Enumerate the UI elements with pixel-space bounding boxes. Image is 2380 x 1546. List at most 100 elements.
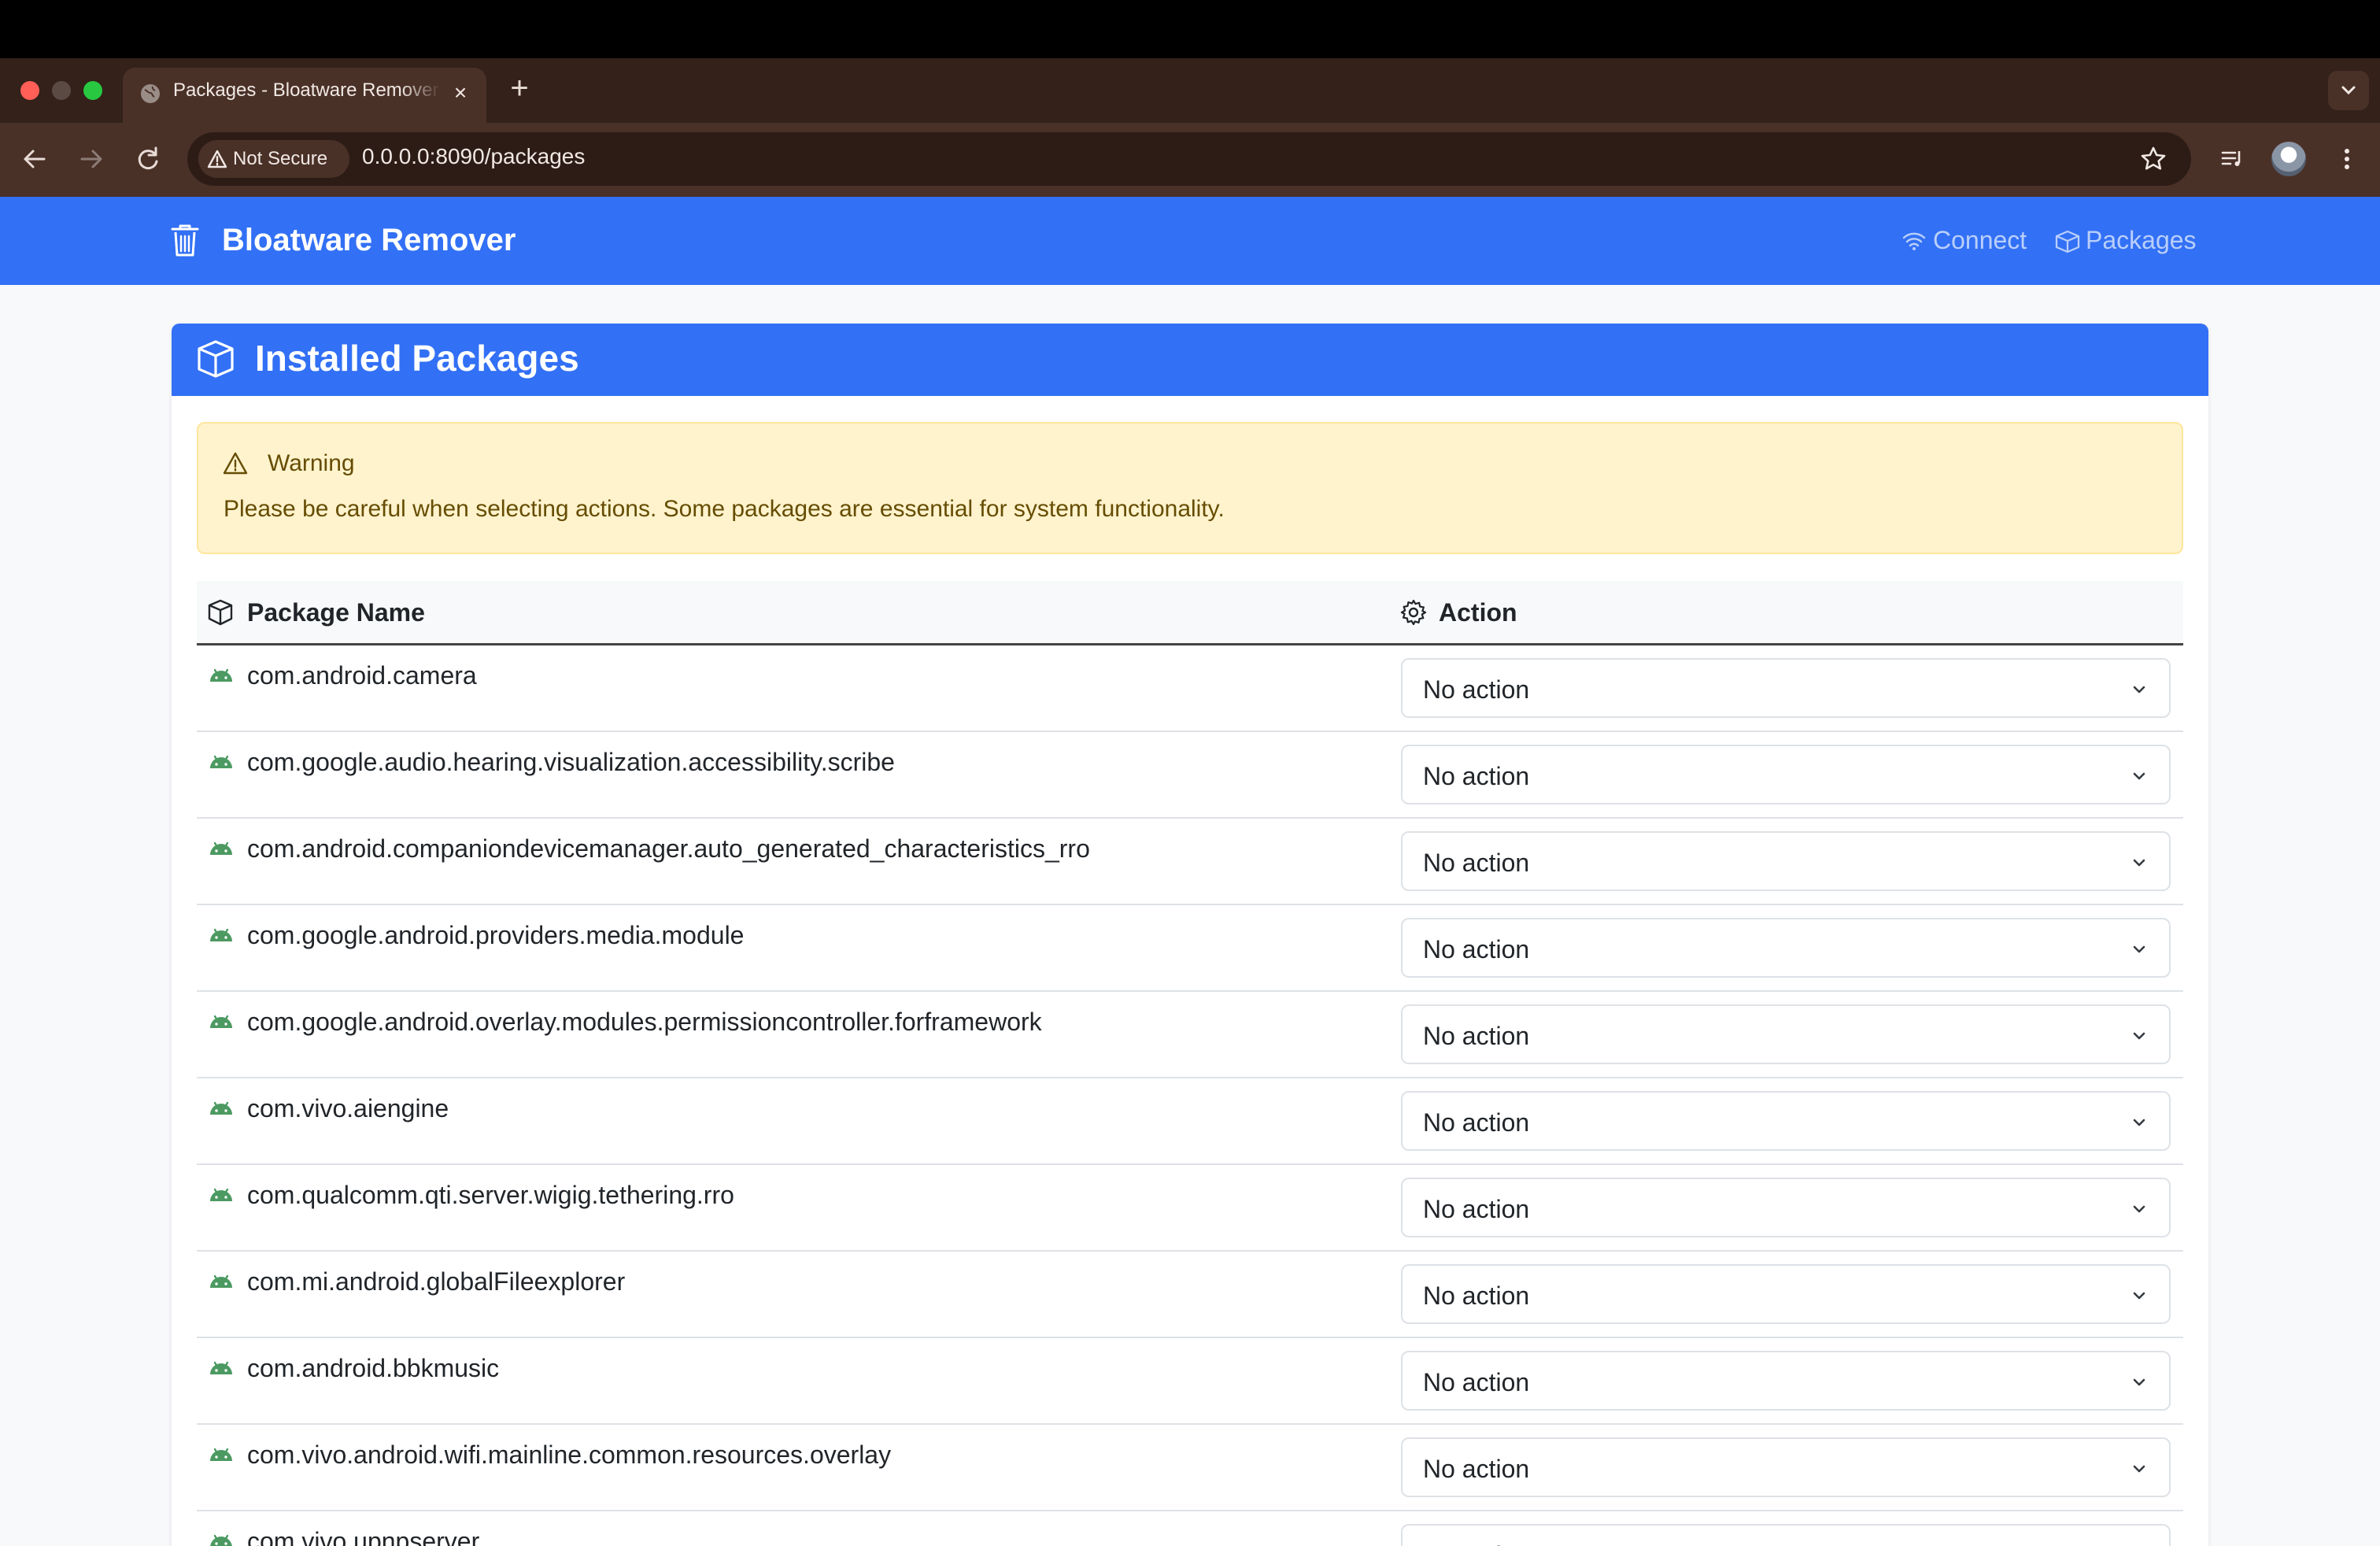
chevron-down-icon <box>2133 1465 2145 1473</box>
box-icon <box>198 340 234 378</box>
window-zoom-button[interactable] <box>83 81 102 100</box>
forward-arrow-icon[interactable] <box>72 140 110 178</box>
package-name: com.vivo.upnpserver <box>247 1527 480 1546</box>
alert-message: Please be careful when selecting actions… <box>224 496 1225 522</box>
nav-link-packages[interactable]: Packages <box>2054 226 2204 257</box>
screen-top-bar <box>0 0 2380 58</box>
package-name: com.google.audio.hearing.visualization.a… <box>247 748 895 776</box>
tab-search-button[interactable] <box>2328 71 2369 110</box>
nav-link-connect[interactable]: Connect <box>1901 226 2035 257</box>
action-select-value: No action <box>1423 1455 1530 1483</box>
column-header-package-name[interactable]: Package Name <box>247 598 425 627</box>
action-select-value: No action <box>1423 1282 1530 1310</box>
more-vertical-icon[interactable] <box>2330 142 2364 176</box>
action-select[interactable]: No action <box>1401 1437 2171 1497</box>
globe-icon <box>141 84 160 103</box>
table-header <box>197 581 2183 645</box>
profile-avatar[interactable] <box>2271 142 2306 176</box>
table-row: com.google.audio.hearing.visualization.a… <box>197 732 2183 819</box>
android-icon <box>210 1015 232 1028</box>
action-select-value: No action <box>1423 849 1530 877</box>
nav-link-packages-label: Packages <box>2086 226 2197 254</box>
package-name: com.android.camera <box>247 661 477 690</box>
package-name: com.vivo.android.wifi.mainline.common.re… <box>247 1441 892 1469</box>
action-select-value: No action <box>1423 1108 1530 1137</box>
warning-alert <box>197 422 2183 554</box>
action-select-value: No action <box>1423 1541 1529 1546</box>
nav-link-connect-label: Connect <box>1933 226 2027 254</box>
chevron-down-icon <box>2133 859 2145 867</box>
security-chip-label: Not Secure <box>233 148 328 169</box>
table-row: com.vivo.aiengine No action <box>197 1078 2183 1165</box>
action-select[interactable]: No action <box>1401 1178 2171 1237</box>
table-row: com.android.companiondevicemanager.auto_… <box>197 819 2183 905</box>
table-row: com.google.android.providers.media.modul… <box>197 905 2183 992</box>
action-select[interactable]: No action <box>1401 658 2171 718</box>
close-tab-button[interactable]: × <box>449 79 472 107</box>
action-select[interactable]: No action <box>1401 831 2171 891</box>
action-select[interactable]: No action <box>1401 1264 2171 1324</box>
action-select[interactable]: No action <box>1401 745 2171 804</box>
chevron-down-icon <box>2133 772 2145 780</box>
table-row: com.vivo.android.wifi.mainline.common.re… <box>197 1425 2183 1511</box>
wifi-icon <box>1902 232 1926 250</box>
package-name: com.google.android.providers.media.modul… <box>247 921 745 949</box>
table-row: com.vivo.upnpserver No action <box>197 1511 2183 1546</box>
box-icon <box>208 599 233 626</box>
package-name: com.android.companiondevicemanager.auto_… <box>247 834 1090 863</box>
package-name: com.qualcomm.qti.server.wigig.tethering.… <box>247 1181 734 1209</box>
back-arrow-icon[interactable] <box>16 140 54 178</box>
android-icon <box>210 841 232 855</box>
package-name: com.android.bbkmusic <box>247 1354 500 1382</box>
chevron-down-icon <box>2341 86 2356 95</box>
warning-triangle-icon <box>223 452 248 475</box>
android-icon <box>210 668 232 682</box>
chevron-down-icon <box>2133 1032 2145 1040</box>
chevron-down-icon <box>2133 945 2145 953</box>
alert-title: Warning <box>268 450 355 476</box>
action-select-value: No action <box>1423 762 1530 790</box>
chevron-down-icon <box>2133 686 2145 693</box>
app-brand[interactable]: Bloatware Remover <box>222 223 516 258</box>
android-icon <box>210 1101 232 1115</box>
package-name: com.vivo.aiengine <box>247 1094 449 1123</box>
android-icon <box>210 1274 232 1288</box>
action-select[interactable]: No action <box>1401 1351 2171 1411</box>
url-text[interactable]: 0.0.0.0:8090/packages <box>362 144 585 169</box>
chevron-down-icon <box>2133 1205 2145 1213</box>
action-select[interactable]: No action <box>1401 918 2171 978</box>
table-row: com.mi.android.globalFileexplorer No acti… <box>197 1252 2183 1338</box>
action-select-value: No action <box>1423 935 1530 963</box>
table-row: com.google.android.overlay.modules.permi… <box>197 992 2183 1078</box>
table-row: com.android.camera No action <box>197 645 2183 732</box>
android-icon <box>210 928 232 941</box>
security-chip[interactable]: Not Secure <box>198 140 349 178</box>
table-row: com.qualcomm.qti.server.wigig.tethering.… <box>197 1165 2183 1252</box>
column-header-action[interactable]: Action <box>1439 598 1517 627</box>
media-control-icon[interactable] <box>2215 142 2249 176</box>
action-select[interactable]: No action <box>1401 1004 2171 1064</box>
action-select[interactable]: No action <box>1401 1091 2171 1151</box>
android-icon <box>210 1534 232 1546</box>
window-close-button[interactable] <box>20 81 39 100</box>
box-icon <box>2055 230 2080 253</box>
tab-title: Packages - Bloatware Remover <box>173 80 439 101</box>
trash-icon <box>171 224 199 257</box>
action-select[interactable]: No action <box>1401 1524 2171 1546</box>
package-name: com.google.android.overlay.modules.permi… <box>247 1008 1042 1036</box>
reload-icon[interactable] <box>129 140 167 178</box>
window-minimize-button[interactable] <box>52 81 71 100</box>
card-title: Installed Packages <box>255 338 579 379</box>
warning-triangle-icon <box>207 150 227 168</box>
android-icon <box>210 1361 232 1374</box>
android-icon <box>210 755 232 768</box>
package-name: com.mi.android.globalFileexplorer <box>247 1267 626 1296</box>
new-tab-button[interactable]: + <box>504 71 535 107</box>
action-select-value: No action <box>1423 1195 1530 1223</box>
gear-icon <box>1400 599 1427 626</box>
browser-tab-active[interactable]: Packages - Bloatware Remover × <box>123 68 486 123</box>
action-select-value: No action <box>1423 1022 1530 1050</box>
bookmark-star-icon[interactable] <box>2136 142 2171 176</box>
chevron-down-icon <box>2133 1378 2145 1386</box>
table-row: com.android.bbkmusic No action <box>197 1338 2183 1425</box>
